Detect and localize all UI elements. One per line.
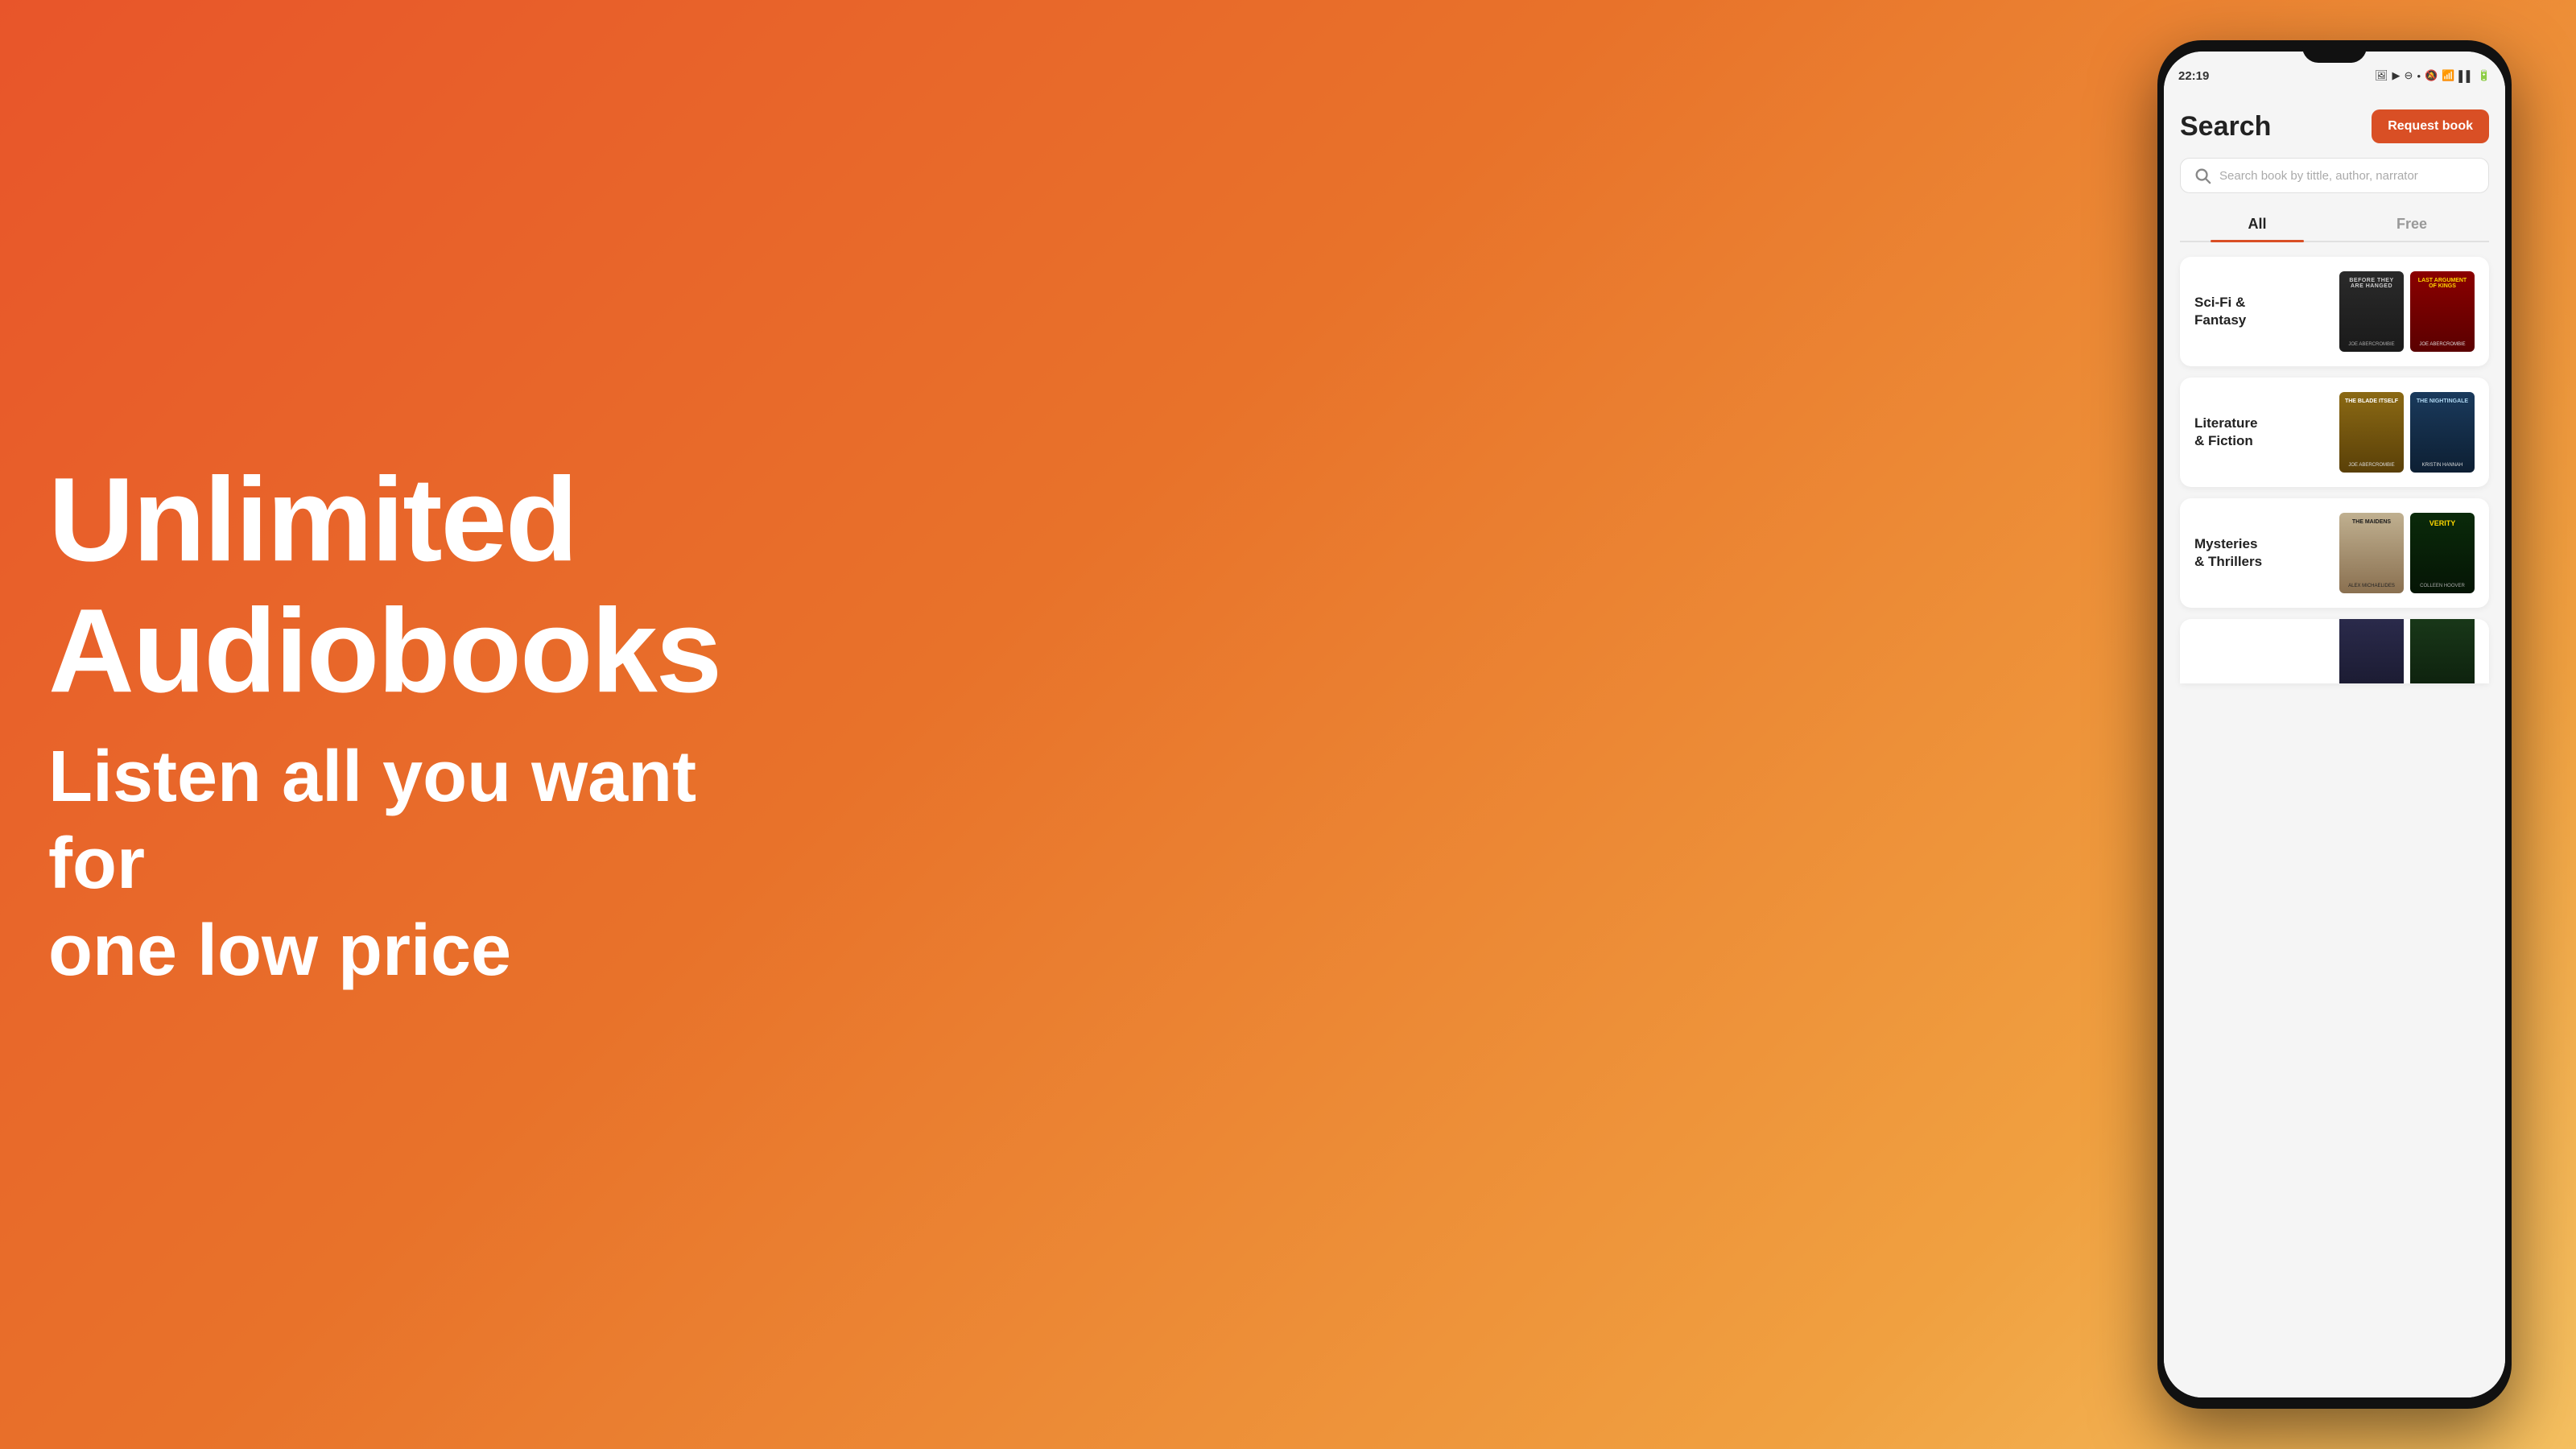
phone-screen: 22:19 🖼 ▶ ⊖ • 🔕 📶 ▌▌ 🔋 Search Request — [2164, 52, 2505, 1397]
book-the-maidens[interactable] — [2339, 513, 2404, 593]
phone-notch — [2302, 40, 2367, 63]
search-icon — [2194, 167, 2211, 184]
notification-icon: 🖼 — [2375, 69, 2388, 82]
app-content: Search Request book Search book by tittl… — [2164, 93, 2505, 1397]
category-scifi-fantasy[interactable]: Sci-Fi &Fantasy — [2180, 257, 2489, 366]
category-mysteries-thrillers[interactable]: Mysteries& Thrillers — [2180, 498, 2489, 608]
main-headline: Unlimited Audiobooks — [48, 455, 813, 717]
search-bar[interactable]: Search book by tittle, author, narrator — [2180, 158, 2489, 193]
book-last-argument-of-kings[interactable] — [2410, 271, 2475, 352]
book-partial-2[interactable] — [2410, 619, 2475, 683]
app-title: Search — [2180, 111, 2271, 142]
category-literature-fiction[interactable]: Literature& Fiction — [2180, 378, 2489, 487]
book-covers-literature — [2339, 392, 2475, 473]
sub-headline: Listen all you want forone low price — [48, 733, 813, 994]
phone-frame: 22:19 🖼 ▶ ⊖ • 🔕 📶 ▌▌ 🔋 Search Request — [2157, 40, 2512, 1409]
tab-free[interactable]: Free — [2334, 208, 2489, 241]
category-literature-fiction-label: Literature& Fiction — [2194, 415, 2339, 450]
signal-icon: ▌▌ — [2458, 70, 2473, 82]
search-placeholder: Search book by tittle, author, narrator — [2219, 169, 2418, 183]
mute-icon: 🔕 — [2425, 69, 2438, 82]
book-covers-scifi — [2339, 271, 2475, 352]
status-time: 22:19 — [2178, 69, 2209, 83]
book-partial-1[interactable] — [2339, 619, 2404, 683]
category-mysteries-thrillers-label: Mysteries& Thrillers — [2194, 535, 2339, 571]
tab-all[interactable]: All — [2180, 208, 2334, 241]
book-covers-partial — [2339, 619, 2475, 683]
book-nightingale[interactable] — [2410, 392, 2475, 473]
left-content: Unlimited Audiobooks Listen all you want… — [48, 455, 813, 994]
book-blade-itself[interactable] — [2339, 392, 2404, 473]
phone-wrapper: 22:19 🖼 ▶ ⊖ • 🔕 📶 ▌▌ 🔋 Search Request — [2157, 40, 2512, 1409]
book-before-they-are-hanged[interactable] — [2339, 271, 2404, 352]
dot-icon: • — [2417, 70, 2421, 82]
book-verity[interactable] — [2410, 513, 2475, 593]
play-icon: ▶ — [2392, 69, 2401, 82]
category-partial[interactable] — [2180, 619, 2489, 683]
tab-bar: All Free — [2180, 208, 2489, 242]
status-icons: 🖼 ▶ ⊖ • 🔕 📶 ▌▌ 🔋 — [2375, 69, 2491, 82]
request-book-button[interactable]: Request book — [2372, 109, 2489, 143]
category-scifi-fantasy-label: Sci-Fi &Fantasy — [2194, 294, 2339, 329]
book-covers-mysteries — [2339, 513, 2475, 593]
wifi-icon: 📶 — [2442, 69, 2454, 82]
app-header: Search Request book — [2180, 109, 2489, 143]
battery-icon: 🔋 — [2478, 69, 2491, 82]
minus-icon: ⊖ — [2405, 69, 2413, 82]
